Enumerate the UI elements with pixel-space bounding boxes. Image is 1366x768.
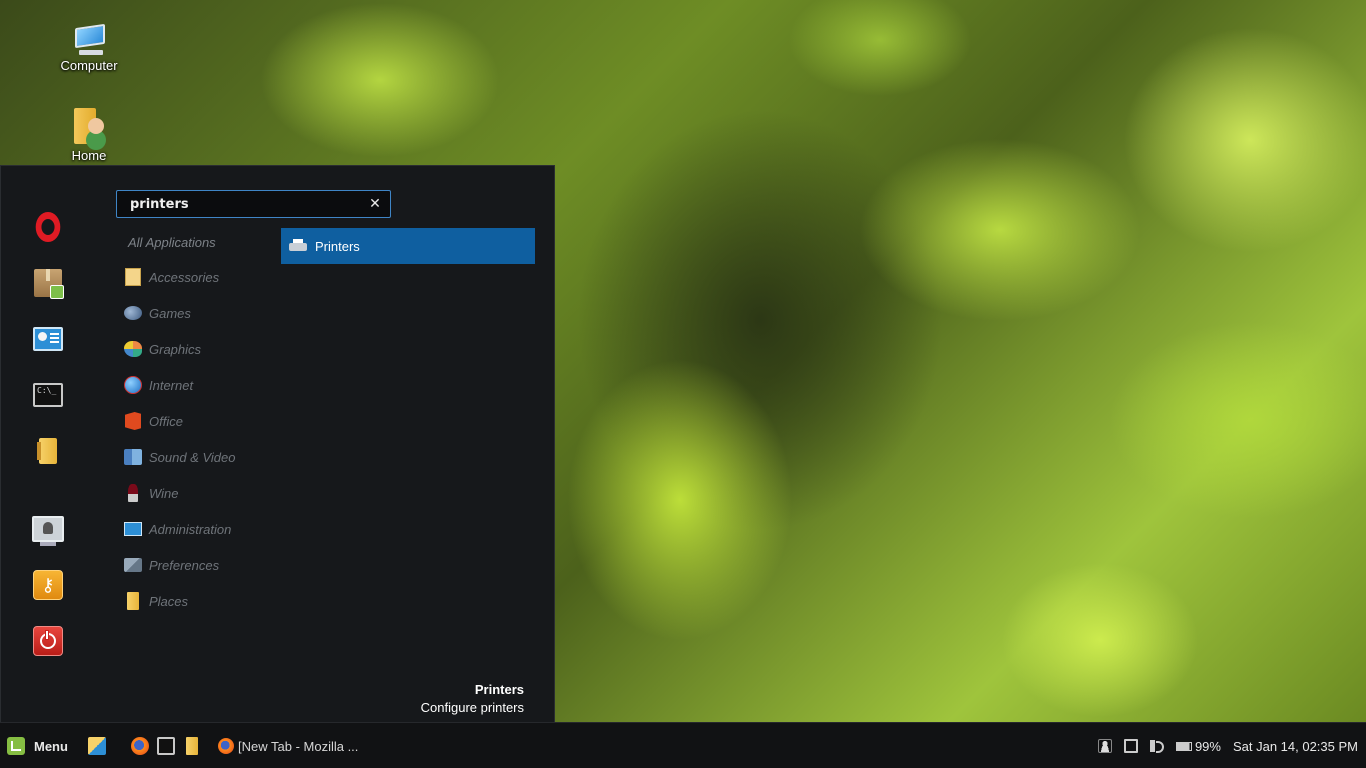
window-button-firefox[interactable]: [New Tab - Mozilla ... <box>218 736 358 756</box>
category-label: Internet <box>149 377 194 393</box>
show-desktop-icon[interactable] <box>88 737 106 755</box>
home-folder-icon <box>72 106 106 146</box>
menu-button[interactable]: Menu <box>7 736 68 756</box>
lock-screen-icon <box>32 516 64 546</box>
application-menu: C:\_ ⚷ ✕ All Applications Accessories Ga… <box>0 165 555 722</box>
favorite-quit[interactable] <box>31 624 65 658</box>
network-icon[interactable] <box>1123 739 1138 753</box>
category-graphics[interactable]: Graphics <box>123 337 201 361</box>
category-wine[interactable]: Wine <box>123 481 179 505</box>
menu-button-label: Menu <box>34 738 68 754</box>
app-description-title: Printers <box>474 682 524 697</box>
games-icon <box>124 306 142 320</box>
folder-icon <box>37 438 57 464</box>
category-administration[interactable]: Administration <box>123 517 231 541</box>
category-label: Games <box>149 305 191 321</box>
category-places[interactable]: Places <box>123 589 188 613</box>
favorite-control-center[interactable] <box>31 322 65 356</box>
system-tray: 99% Sat Jan 14, 02:35 PM <box>1092 723 1366 768</box>
accessories-icon <box>125 268 141 286</box>
user-icon[interactable] <box>1097 739 1112 753</box>
category-label: Administration <box>149 521 232 537</box>
favorite-package-manager[interactable] <box>31 266 65 300</box>
desktop-icon-label: Computer <box>60 58 118 73</box>
favorite-logout[interactable]: ⚷ <box>31 568 65 602</box>
places-icon <box>127 592 139 610</box>
package-icon <box>34 269 64 299</box>
wine-icon <box>128 484 138 502</box>
category-label: Office <box>149 413 183 429</box>
category-preferences[interactable]: Preferences <box>123 553 219 577</box>
administration-icon <box>124 522 142 536</box>
search-input[interactable] <box>130 196 368 212</box>
favorite-lock-screen[interactable] <box>31 512 65 546</box>
printer-icon <box>289 239 307 253</box>
graphics-icon <box>124 341 142 357</box>
keys-icon: ⚷ <box>33 570 63 600</box>
files-icon[interactable] <box>186 737 198 755</box>
category-label: Places <box>149 593 189 609</box>
category-all-applications[interactable]: All Applications <box>128 235 273 253</box>
app-description-text: Configure printers <box>420 700 524 715</box>
terminal-icon: C:\_ <box>33 383 63 407</box>
app-description: Printers Configure printers <box>421 681 524 717</box>
internet-icon <box>124 376 142 394</box>
terminal-icon[interactable] <box>157 737 175 755</box>
search-field[interactable]: ✕ <box>116 190 391 218</box>
battery-level: 99% <box>1194 738 1221 754</box>
firefox-icon[interactable] <box>131 737 149 755</box>
volume-icon[interactable] <box>1149 740 1164 753</box>
control-center-icon <box>33 327 63 351</box>
search-result-printers[interactable]: Printers <box>281 228 535 264</box>
category-accessories[interactable]: Accessories <box>123 265 219 289</box>
computer-icon <box>71 23 107 56</box>
power-icon <box>33 626 63 656</box>
category-label: Sound & Video <box>149 449 236 465</box>
favorite-opera[interactable] <box>31 210 65 244</box>
category-office[interactable]: Office <box>123 409 183 433</box>
desktop-icon-home[interactable]: Home <box>49 106 129 163</box>
taskbar: Menu [New Tab - Mozilla ... 99% Sat Jan … <box>0 722 1366 768</box>
clock[interactable]: Sat Jan 14, 02:35 PM <box>1233 739 1358 754</box>
preferences-icon <box>124 558 142 572</box>
mint-logo-icon <box>7 737 25 755</box>
category-label: Graphics <box>149 341 202 357</box>
desktop-icon-computer[interactable]: Computer <box>49 23 129 73</box>
category-sound-video[interactable]: Sound & Video <box>123 445 236 469</box>
search-result-label: Printers <box>315 238 360 254</box>
battery-indicator[interactable]: 99% <box>1175 738 1221 754</box>
battery-icon <box>1175 741 1192 751</box>
clear-search-icon[interactable]: ✕ <box>368 196 382 212</box>
office-icon <box>125 412 141 430</box>
favorite-files[interactable] <box>31 434 65 468</box>
opera-icon <box>35 212 61 242</box>
category-label: Accessories <box>149 269 220 285</box>
category-list: All Applications Accessories Games Graph… <box>123 235 273 610</box>
desktop-icon-label: Home <box>71 148 107 163</box>
window-title: [New Tab - Mozilla ... <box>238 738 359 754</box>
category-label: Preferences <box>149 557 220 573</box>
category-games[interactable]: Games <box>123 301 191 325</box>
category-internet[interactable]: Internet <box>123 373 193 397</box>
firefox-icon <box>218 738 234 754</box>
sound-video-icon <box>124 449 142 465</box>
category-label: Wine <box>149 485 179 501</box>
favorite-terminal[interactable]: C:\_ <box>31 378 65 412</box>
